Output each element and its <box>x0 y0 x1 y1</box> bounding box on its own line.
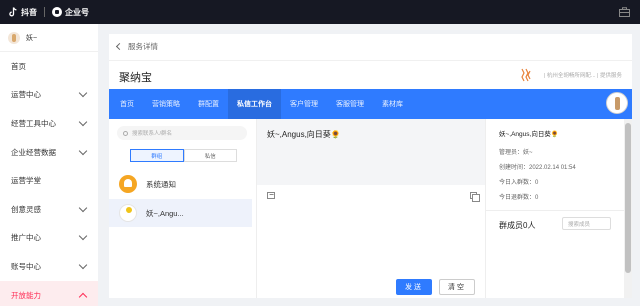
sidebar-item-label: 运营中心 <box>11 90 41 100</box>
sidebar-item-account[interactable]: 账号中心 <box>0 252 98 281</box>
segment-group[interactable]: 群组 <box>130 149 184 162</box>
sidebar-item-academy[interactable]: 运营学堂 <box>0 166 98 195</box>
group-left-today: 今日退群数：0 <box>499 195 539 201</box>
clear-button[interactable]: 清空 <box>439 279 475 295</box>
sidebar-item-inspiration[interactable]: 创意灵感 <box>0 195 98 224</box>
top-bar: 抖音 企业号 <box>0 0 640 24</box>
main-panel: 服务详情 聚纳宝 | 杭州全胡畅所网配... | 提供服务 首页 营销策略 群配… <box>109 34 632 298</box>
group-manager: 管理员：妖~ <box>499 150 533 156</box>
tab-customers[interactable]: 客户管理 <box>281 89 327 119</box>
sidebar-item-label: 企业经营数据 <box>11 147 56 157</box>
avatar[interactable] <box>606 92 628 114</box>
list-item[interactable]: 系统通知 <box>109 170 252 198</box>
chevron-down-icon <box>78 117 88 127</box>
image-icon[interactable] <box>267 192 275 199</box>
brand[interactable]: 抖音 企业号 <box>8 7 89 18</box>
chevron-down-icon <box>78 89 88 98</box>
chevron-down-icon <box>78 146 88 155</box>
group-joined-today: 今日入群数：0 <box>499 180 539 186</box>
send-button[interactable]: 发送 <box>396 279 432 295</box>
chevron-down-icon <box>78 203 88 213</box>
back-arrow-icon[interactable] <box>115 42 124 51</box>
sidebar-item-open-capability[interactable]: 开放能力 <box>0 280 98 306</box>
toolbox-icon[interactable] <box>619 7 630 17</box>
sidebar-item-label: 首页 <box>11 61 26 71</box>
contact-name: 妖~,Angu... <box>146 208 184 218</box>
conversation-panel: 妖~,Angus,向日葵🌻 发送 清空 <box>257 119 485 298</box>
sidebar-item-label: 运营学堂 <box>11 176 41 186</box>
tab-group-config[interactable]: 群配置 <box>189 89 228 119</box>
breadcrumb-label: 服务详情 <box>128 42 158 51</box>
tab-dm-workbench[interactable]: 私信工作台 <box>228 89 281 119</box>
breadcrumb[interactable]: 服务详情 <box>115 41 158 52</box>
member-search-input[interactable]: 搜索成员 <box>562 217 611 230</box>
copy-icon[interactable] <box>470 192 480 202</box>
avatar <box>8 31 20 44</box>
avatar <box>119 204 137 222</box>
brand-enterprise: 企业号 <box>65 7 89 17</box>
message-area: 妖~,Angus,向日葵🌻 <box>257 119 485 185</box>
sidebar-item-home[interactable]: 首页 <box>0 52 98 81</box>
search-input[interactable]: 搜索联系人/群名 <box>117 126 247 140</box>
douyin-logo-icon <box>9 7 17 17</box>
list-item[interactable]: 妖~,Angu... <box>109 199 252 227</box>
sidebar-item-operations[interactable]: 运营中心 <box>0 81 98 110</box>
group-name: 妖~,Angus,向日葵🌻 <box>499 131 559 138</box>
sidebar-item-label: 开放能力 <box>11 290 41 300</box>
tab-service[interactable]: 客服管理 <box>327 89 373 119</box>
enterprise-logo-icon <box>52 7 62 17</box>
page-title: 聚纳宝 <box>119 72 152 84</box>
chat-workspace: 搜索联系人/群名 群组 私信 系统通知 妖~,Angu... 妖~,Angus,… <box>109 119 632 298</box>
sidebar-item-data[interactable]: 企业经营数据 <box>0 138 98 167</box>
brand-separator <box>44 7 45 17</box>
tab-materials[interactable]: 素材库 <box>373 89 412 119</box>
segment-switch: 群组 私信 <box>130 149 237 162</box>
scrollbar-thumb[interactable] <box>625 123 631 273</box>
sidebar-item-label: 账号中心 <box>11 261 41 271</box>
chevron-down-icon <box>78 232 88 241</box>
search-icon <box>123 130 128 136</box>
conversation-title: 妖~,Angus,向日葵🌻 <box>267 130 341 139</box>
provider-logo-icon <box>521 68 531 82</box>
provider-text: | 杭州全胡畅所网配... | 提供服务 <box>543 73 622 79</box>
member-count: 群成员0人 <box>499 221 536 230</box>
user-name: 妖~ <box>26 34 38 42</box>
brand-douyin: 抖音 <box>21 7 37 17</box>
chevron-down-icon <box>78 260 88 270</box>
left-sidebar: 妖~ 首页 运营中心 经营工具中心 企业经营数据 运营学堂 创意灵感 推广中心 … <box>0 24 98 306</box>
group-info-panel: 妖~,Angus,向日葵🌻 管理员：妖~ 创建时间：2022.02.14 01:… <box>485 119 625 298</box>
scrollbar[interactable] <box>624 119 632 298</box>
sidebar-item-label: 创意灵感 <box>11 204 41 214</box>
group-created: 创建时间：2022.02.14 01:54 <box>499 165 576 171</box>
segment-private[interactable]: 私信 <box>183 149 237 162</box>
title-row: 聚纳宝 | 杭州全胡畅所网配... | 提供服务 <box>109 60 632 88</box>
chevron-up-icon <box>78 292 88 301</box>
sidebar-item-tools[interactable]: 经营工具中心 <box>0 109 98 138</box>
tab-bar: 首页 营销策略 群配置 私信工作台 客户管理 客服管理 素材库 <box>109 89 632 119</box>
sidebar-item-label: 经营工具中心 <box>11 118 56 128</box>
tab-home[interactable]: 首页 <box>111 89 143 119</box>
contact-name: 系统通知 <box>146 179 176 189</box>
contact-list: 搜索联系人/群名 群组 私信 系统通知 妖~,Angu... <box>109 119 257 298</box>
divider <box>486 210 625 211</box>
search-placeholder: 搜索联系人/群名 <box>132 131 173 137</box>
tab-marketing[interactable]: 营销策略 <box>143 89 189 119</box>
sidebar-item-promotion[interactable]: 推广中心 <box>0 224 98 253</box>
bell-icon <box>119 175 137 193</box>
user-profile[interactable]: 妖~ <box>0 24 98 52</box>
sidebar-item-label: 推广中心 <box>11 233 41 243</box>
